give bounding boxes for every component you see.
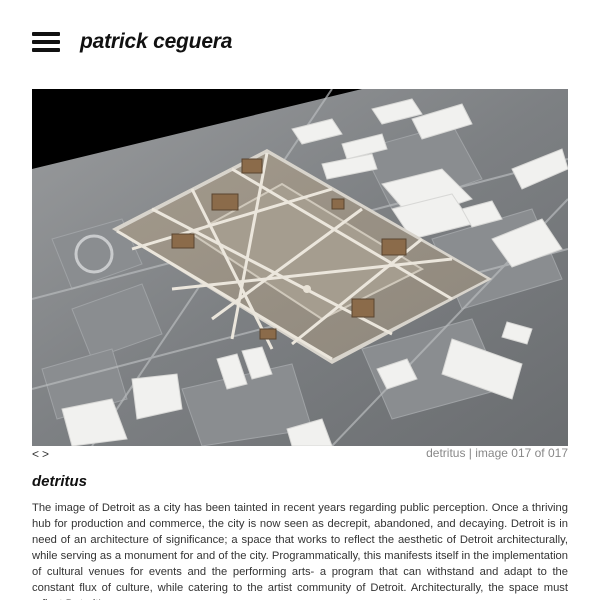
- hamburger-menu-icon[interactable]: [32, 32, 60, 52]
- gallery-image[interactable]: [32, 89, 568, 446]
- project-title: detritus: [32, 473, 88, 490]
- site-title[interactable]: patrick ceguera: [80, 30, 232, 54]
- menu-bar: [32, 40, 60, 44]
- menu-bar: [32, 48, 60, 52]
- image-caption: detritus | image 017 of 017: [426, 446, 568, 460]
- project-description: The image of Detroit as a city has been …: [32, 502, 568, 600]
- gallery-nav: < >: [32, 447, 52, 461]
- menu-bar: [32, 32, 60, 36]
- next-arrow[interactable]: >: [42, 447, 52, 461]
- prev-arrow[interactable]: <: [32, 447, 42, 461]
- site-header: patrick ceguera: [32, 30, 232, 54]
- site-model-photo: [32, 89, 568, 446]
